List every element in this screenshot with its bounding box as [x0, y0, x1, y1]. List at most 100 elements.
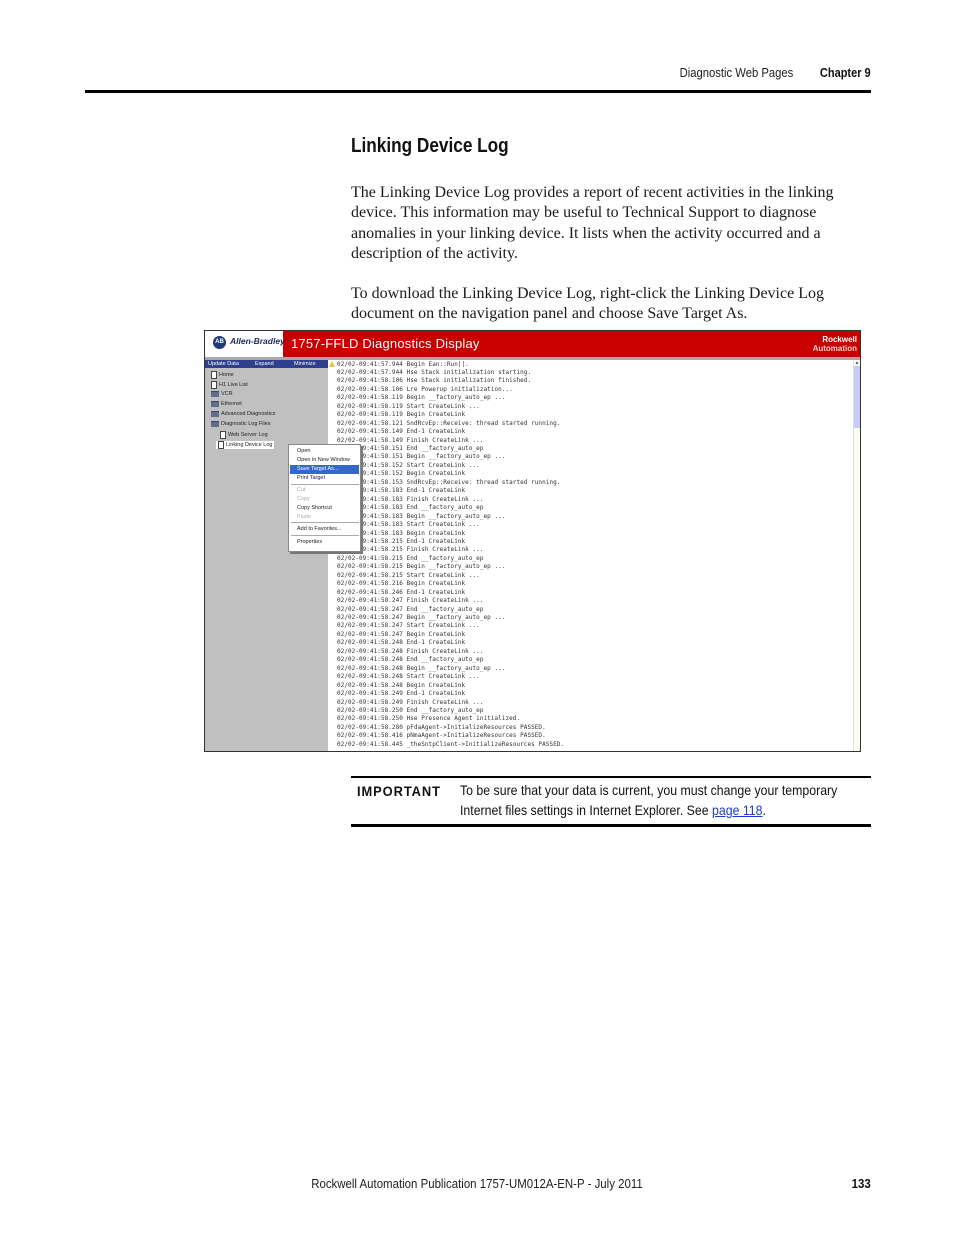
- display-title: 1757-FFLD Diagnostics Display: [291, 336, 480, 351]
- footer-page-number: 133: [851, 1176, 871, 1191]
- context-menu-item-add-to-favorites[interactable]: Add to Favorites...: [290, 525, 359, 534]
- folder-icon: [211, 391, 219, 397]
- ab-badge-icon: AB: [213, 336, 226, 349]
- log-line: 02/02-09:41:58.445 _theSntpClient->Initi…: [337, 740, 565, 748]
- log-line: 02/02-09:41:58.119 Begin __factory_auto_…: [337, 394, 506, 402]
- log-line: 02/02-09:41:58.106 Hse Stack initializat…: [337, 377, 532, 385]
- nav-item-linking-device-log[interactable]: Linking Device Log: [216, 441, 275, 449]
- nav-item-label: Linking Device Log: [226, 442, 273, 448]
- log-line: 02/02-09:41:58.248 End __factory_auto_ep: [337, 656, 484, 664]
- navigation-panel: Update Data Expand Minimize Home H1 Live…: [205, 360, 328, 751]
- scroll-thumb[interactable]: [854, 366, 860, 428]
- context-menu-item-cut: Cut: [297, 487, 306, 493]
- log-line: 02/02-09:41:58.183 Begin __factory_auto_…: [337, 512, 506, 520]
- running-header: Diagnostic Web Pages Chapter 9: [85, 66, 871, 93]
- document-icon: [218, 441, 224, 449]
- log-line: 02/02-09:41:58.250 Hse Presence Agent in…: [337, 715, 521, 723]
- log-line: 02/02-09:41:58.215 Start CreateLink ...: [337, 571, 480, 579]
- nav-item-vcr[interactable]: VCR: [211, 391, 233, 397]
- document-icon: [211, 371, 217, 379]
- nav-item-label: Diagnostic Log Files: [221, 421, 271, 427]
- context-menu-item-print-target[interactable]: Print Target: [290, 474, 359, 483]
- important-text-line1: To be sure that your data is current, yo…: [460, 782, 838, 798]
- nav-item-label: Home: [219, 372, 234, 378]
- nav-item-advanced-diagnostics[interactable]: Advanced Diagnostics: [211, 411, 275, 417]
- allen-bradley-wordmark: Allen-Bradley: [230, 336, 285, 346]
- expand-button[interactable]: Expand: [255, 360, 274, 368]
- intro-paragraph: The Linking Device Log provides a report…: [351, 184, 834, 262]
- vertical-scrollbar[interactable]: ▲: [853, 360, 860, 751]
- allen-bradley-logo: AB Allen-Bradley: [205, 331, 285, 357]
- folder-icon: [211, 411, 219, 417]
- important-text-line2: Internet files settings in Internet Expl…: [460, 802, 713, 818]
- context-menu-item-copy-shortcut[interactable]: Copy Shortcut: [290, 504, 359, 513]
- context-menu: Open Open in New Window Save Target As... P…: [288, 444, 361, 552]
- rockwell-wordmark: Rockwell: [822, 335, 857, 344]
- nav-item-label: H1 Live List: [219, 382, 248, 388]
- minimize-button[interactable]: Minimize: [294, 360, 316, 368]
- log-line: 02/02-09:41:58.121 SndRcvEp::Receive: th…: [337, 419, 561, 427]
- rockwell-automation-logo: Rockwell Automation: [813, 335, 857, 353]
- log-line: 02/02-09:41:58.151 Begin __factory_auto_…: [337, 453, 506, 461]
- footer-publication: Rockwell Automation Publication 1757-UM0…: [311, 1176, 643, 1191]
- nav-item-label: Ethernet: [221, 401, 242, 407]
- log-line: 02/02-09:41:58.247 Begin __factory_auto_…: [337, 614, 506, 621]
- log-line: 02/02-09:41:58.153 SndRcvEp::Receive: th…: [337, 478, 561, 486]
- log-line: 02/02-09:41:58.215 Begin __factory_auto_…: [337, 563, 506, 571]
- nav-item-h1-live-list[interactable]: H1 Live List: [211, 381, 248, 389]
- log-line: 02/02-09:41:57.944 Begin Ean::Run||.: [337, 360, 469, 368]
- update-data-button[interactable]: Update Data: [208, 360, 239, 368]
- log-line: 02/02-09:41:58.248 Finish CreateLink ...: [337, 647, 484, 655]
- context-menu-item-paste: Paste: [297, 514, 312, 520]
- context-menu-separator: [291, 535, 359, 536]
- header-section-name: Diagnostic Web Pages: [679, 66, 793, 80]
- important-text-end: .: [762, 802, 766, 818]
- context-menu-item-open-in-new-window[interactable]: Open in New Window: [290, 456, 359, 465]
- log-line: 02/02-09:41:58.248 Start CreateLink ...: [337, 673, 480, 681]
- log-line: 02/02-09:41:58.215 End __factory_auto_ep: [337, 554, 484, 562]
- automation-wordmark: Automation: [812, 344, 857, 353]
- context-menu-item-save-target-as[interactable]: Save Target As...: [290, 465, 359, 474]
- page-118-link[interactable]: page 118: [712, 802, 762, 818]
- context-menu-item-properties[interactable]: Properties: [290, 538, 359, 547]
- nav-item-label: Web Server Log: [228, 432, 268, 438]
- log-line: 02/02-09:41:58.119 Start CreateLink ...: [337, 402, 480, 410]
- nav-item-ethernet[interactable]: Ethernet: [211, 401, 242, 407]
- log-line: 02/02-09:41:58.249 Finish CreateLink ...: [337, 698, 484, 706]
- section-title: Linking Device Log: [351, 135, 509, 157]
- context-menu-item-open[interactable]: Open: [290, 447, 359, 456]
- log-line: 02/02-09:41:58.216 Begin CreateLink: [337, 580, 466, 588]
- download-instructions-paragraph: To download the Linking Device Log, righ…: [351, 285, 824, 323]
- nav-item-web-server-log[interactable]: Web Server Log: [220, 431, 268, 439]
- log-line: 02/02-09:41:58.119 Begin CreateLink: [337, 411, 466, 419]
- important-note: IMPORTANT To be sure that your data is c…: [351, 776, 871, 827]
- log-line: 02/02-09:41:58.248 End-1 CreateLink: [337, 639, 466, 647]
- log-line: 02/02-09:41:58.250 End __factory_auto_ep: [337, 706, 484, 714]
- warning-icon: [329, 361, 335, 367]
- log-line: 02/02-09:41:58.280 pFdaAgent->Initialize…: [337, 723, 546, 731]
- log-line: 02/02-09:41:58.247 Finish CreateLink ...: [337, 597, 484, 605]
- context-menu-separator: [291, 522, 359, 523]
- header-chapter: Chapter 9: [820, 66, 871, 80]
- important-label: IMPORTANT: [357, 783, 441, 799]
- nav-toolbar: Update Data Expand Minimize: [205, 360, 328, 368]
- nav-item-diagnostic-log-files[interactable]: Diagnostic Log Files: [211, 421, 271, 427]
- log-line: 02/02-09:41:58.247 Start CreateLink ...: [337, 622, 480, 630]
- log-line: 02/02-09:41:58.248 Begin CreateLink: [337, 681, 466, 689]
- context-menu-separator: [291, 484, 359, 485]
- log-line: 02/02-09:41:57.944 Hse Stack initializat…: [337, 368, 532, 376]
- nav-item-home[interactable]: Home: [211, 371, 234, 379]
- nav-item-label: Advanced Diagnostics: [221, 411, 276, 417]
- log-line: 02/02-09:41:58.246 End-1 CreateLink: [337, 588, 466, 596]
- document-icon: [220, 431, 226, 439]
- log-line: 02/02-09:41:58.149 End-1 CreateLink: [337, 428, 466, 436]
- important-text: To be sure that your data is current, yo…: [460, 780, 837, 820]
- log-line: 02/02-09:41:58.106 Lre Powerup initializ…: [337, 385, 513, 393]
- nav-item-label: VCR: [221, 391, 233, 397]
- log-content: 02/02-09:41:57.944 Begin Ean::Run||. 02/0…: [328, 360, 848, 751]
- log-line: 02/02-09:41:58.247 Begin CreateLink: [337, 630, 466, 638]
- log-line: 02/02-09:41:58.249 End-1 CreateLink: [337, 690, 466, 698]
- log-line: 02/02-09:41:58.247 End __factory_auto_ep: [337, 605, 484, 613]
- context-menu-item-copy: Copy: [297, 496, 310, 502]
- diagnostics-display-screenshot: AB Allen-Bradley 1757-FFLD Diagnostics D…: [204, 330, 861, 752]
